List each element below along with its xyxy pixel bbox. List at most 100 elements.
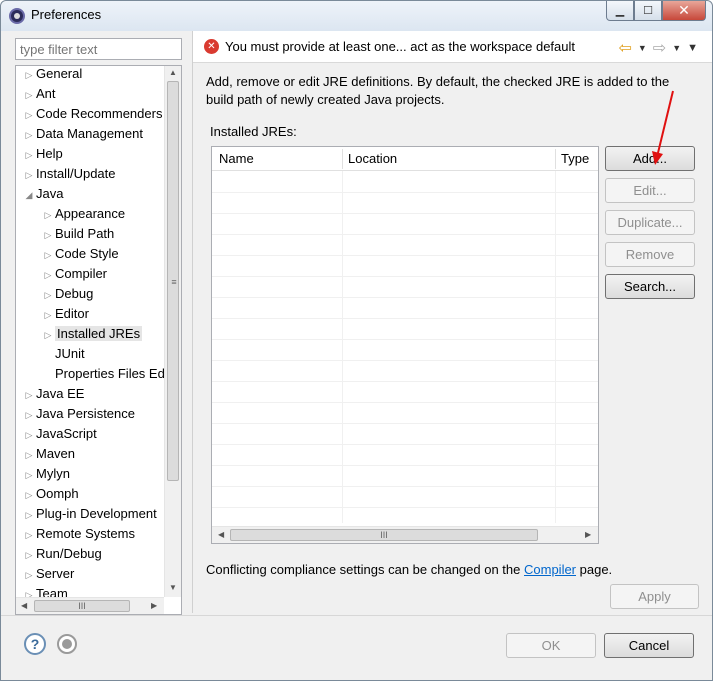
collapsed-arrow-icon[interactable]: ▷ xyxy=(41,325,55,345)
duplicate-button[interactable]: Duplicate... xyxy=(605,210,695,235)
tree-item[interactable]: ▷ Run/Debug xyxy=(22,544,102,564)
collapsed-arrow-icon[interactable]: ▷ xyxy=(22,405,36,425)
panel-divider[interactable] xyxy=(192,31,193,613)
tree-item[interactable]: ▷ Java Persistence xyxy=(22,404,135,424)
column-header-type[interactable]: Type xyxy=(561,151,589,166)
tree-item[interactable]: ▷ Server xyxy=(22,564,75,585)
tree-item[interactable]: ▷ Appearance xyxy=(41,204,126,225)
expanded-arrow-icon[interactable]: ◢ xyxy=(22,185,36,205)
tree-item[interactable]: JUnit xyxy=(41,344,85,364)
close-button[interactable]: ✕ xyxy=(662,1,706,21)
maximize-button[interactable]: ☐ xyxy=(634,1,662,21)
tree-item-label: Help xyxy=(36,146,63,161)
table-gridline xyxy=(212,255,598,256)
collapsed-arrow-icon[interactable]: ▷ xyxy=(22,545,36,565)
column-header-location[interactable]: Location xyxy=(348,151,397,166)
tree-item[interactable]: ▷ Code Style xyxy=(41,244,119,264)
table-hscroll-thumb[interactable]: III xyxy=(230,529,538,541)
collapsed-arrow-icon[interactable]: ▷ xyxy=(41,225,55,245)
tree-vscroll-thumb[interactable]: ≡ xyxy=(167,81,179,481)
collapsed-arrow-icon[interactable]: ▷ xyxy=(22,525,36,545)
filter-input[interactable] xyxy=(15,38,182,60)
apply-button[interactable]: Apply xyxy=(610,584,699,609)
collapsed-arrow-icon[interactable]: ▷ xyxy=(41,245,55,265)
tree-item[interactable]: Properties Files Ed xyxy=(41,364,165,384)
tree-item[interactable]: ▷ Remote Systems xyxy=(22,524,135,544)
tree-item-label: Maven xyxy=(36,446,76,461)
back-arrow-icon[interactable]: ⇦ xyxy=(618,38,631,58)
tree-item[interactable]: ▷ Maven xyxy=(22,444,76,465)
ok-button[interactable]: OK xyxy=(506,633,596,658)
table-gridline xyxy=(212,360,598,361)
collapsed-arrow-icon[interactable]: ▷ xyxy=(22,485,36,505)
help-icon[interactable]: ? xyxy=(24,633,46,655)
cancel-button[interactable]: Cancel xyxy=(604,633,694,658)
column-divider[interactable] xyxy=(342,149,343,169)
collapsed-arrow-icon[interactable]: ▷ xyxy=(22,385,36,405)
edit-button[interactable]: Edit... xyxy=(605,178,695,203)
tree-item[interactable]: ▷ Install/Update xyxy=(22,164,116,184)
tree-item[interactable]: ▷ Mylyn xyxy=(22,464,70,484)
collapsed-arrow-icon[interactable]: ▷ xyxy=(41,205,55,225)
tree-item[interactable]: ▷ Debug xyxy=(41,284,94,305)
collapsed-arrow-icon[interactable]: ▷ xyxy=(41,285,55,305)
title-bar[interactable]: Preferences ▁ ☐ ✕ xyxy=(1,1,712,31)
view-menu-icon[interactable]: ▼ xyxy=(687,42,698,54)
tree-item[interactable]: ▷ General xyxy=(22,66,83,85)
tree-item[interactable]: ▷ JavaScript xyxy=(22,424,97,444)
back-dropdown-icon[interactable]: ▼ xyxy=(638,43,647,53)
tree-item[interactable]: ◢ Java xyxy=(22,184,64,205)
scroll-left-icon[interactable]: ◀ xyxy=(21,601,27,610)
scroll-down-icon[interactable]: ▼ xyxy=(169,583,177,592)
forward-arrow-icon[interactable]: ⇨ xyxy=(653,38,666,58)
tree-item-label: Java Persistence xyxy=(36,406,135,421)
collapsed-arrow-icon[interactable]: ▷ xyxy=(22,445,36,465)
collapsed-arrow-icon[interactable]: ▷ xyxy=(22,165,36,185)
collapsed-arrow-icon[interactable]: ▷ xyxy=(22,125,36,145)
minimize-button[interactable]: ▁ xyxy=(606,1,634,21)
tree-item-label: Java EE xyxy=(36,386,85,401)
remove-button[interactable]: Remove xyxy=(605,242,695,267)
installed-jres-table[interactable]: Name Location Type ◀ III ▶ xyxy=(211,146,599,544)
tree-item[interactable]: ▷ Installed JREs xyxy=(41,324,143,345)
preference-tree[interactable]: ▷ Team ▷ Server ▷ Run/Debug ▷ Remote Systems ▷ Pl… xyxy=(15,65,182,615)
collapsed-arrow-icon[interactable]: ▷ xyxy=(22,565,36,585)
tree-item[interactable]: ▷ Code Recommenders xyxy=(22,104,163,125)
tree-item[interactable]: ▷ Help xyxy=(22,144,63,164)
collapsed-arrow-icon[interactable]: ▷ xyxy=(22,145,36,165)
tree-vertical-scrollbar[interactable]: ▲ ≡ ▼ xyxy=(164,66,181,597)
tree-item[interactable]: ▷ Build Path xyxy=(41,224,115,245)
compiler-link[interactable]: Compiler xyxy=(524,562,576,577)
collapsed-arrow-icon[interactable]: ▷ xyxy=(22,505,36,525)
search-button[interactable]: Search... xyxy=(605,274,695,299)
tree-item[interactable]: ▷ Plug-in Development xyxy=(22,504,157,524)
collapsed-arrow-icon[interactable]: ▷ xyxy=(22,85,36,105)
tree-item[interactable]: ▷ Oomph xyxy=(22,484,79,504)
scroll-up-icon[interactable]: ▲ xyxy=(169,68,177,77)
collapsed-arrow-icon[interactable]: ▷ xyxy=(22,465,36,485)
table-gridline xyxy=(212,444,598,445)
collapsed-arrow-icon[interactable]: ▷ xyxy=(22,425,36,445)
tree-item[interactable]: ▷ Java EE xyxy=(22,384,85,405)
column-divider[interactable] xyxy=(555,149,556,169)
collapsed-arrow-icon[interactable]: ▷ xyxy=(41,305,55,325)
column-header-name[interactable]: Name xyxy=(219,151,254,166)
scroll-left-icon[interactable]: ◀ xyxy=(218,530,224,539)
scroll-right-icon[interactable]: ▶ xyxy=(151,601,157,610)
collapsed-arrow-icon[interactable]: ▷ xyxy=(22,105,36,125)
collapsed-arrow-icon[interactable]: ▷ xyxy=(22,66,36,85)
tree-hscroll-thumb[interactable]: III xyxy=(34,600,130,612)
table-gridline xyxy=(212,339,598,340)
tree-item[interactable]: ▷ Compiler xyxy=(41,264,107,284)
tree-item[interactable]: ▷ Ant xyxy=(22,84,56,104)
tree-item[interactable]: ▷ Data Management xyxy=(22,124,143,144)
tree-item-label: JavaScript xyxy=(36,426,97,441)
record-icon[interactable] xyxy=(57,634,77,654)
history-navigation: ⇦ ▼ ⇨ ▼ ▼ xyxy=(618,38,698,58)
table-gridline xyxy=(212,297,598,298)
collapsed-arrow-icon[interactable]: ▷ xyxy=(41,265,55,285)
forward-dropdown-icon[interactable]: ▼ xyxy=(672,43,681,53)
scroll-right-icon[interactable]: ▶ xyxy=(585,530,591,539)
tree-item[interactable]: ▷ Editor xyxy=(41,304,89,324)
tree-horizontal-scrollbar[interactable]: ◀ III ▶ xyxy=(16,597,164,614)
